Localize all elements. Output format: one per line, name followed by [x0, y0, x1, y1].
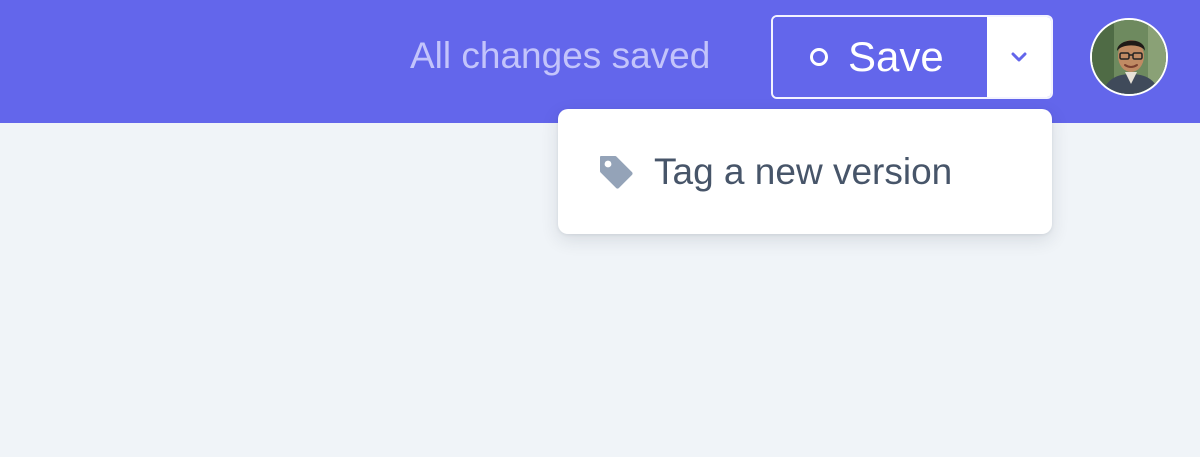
- menu-item-label: Tag a new version: [654, 150, 953, 192]
- save-options-menu: Tag a new version: [558, 109, 1052, 234]
- tag-icon: [600, 155, 633, 189]
- save-button-label: Save: [848, 33, 944, 80]
- save-options-toggle[interactable]: [987, 17, 1051, 97]
- circle-icon: [810, 48, 828, 66]
- menu-item-tag-version[interactable]: Tag a new version: [558, 109, 1052, 234]
- save-split-button: Save: [771, 15, 1053, 99]
- user-avatar-image: [1092, 20, 1166, 94]
- chevron-down-icon: [1011, 52, 1027, 62]
- save-button[interactable]: Save: [773, 17, 987, 97]
- avatar[interactable]: [1090, 18, 1168, 96]
- top-bar: All changes saved Save: [0, 0, 1200, 123]
- save-status-text: All changes saved: [410, 35, 711, 76]
